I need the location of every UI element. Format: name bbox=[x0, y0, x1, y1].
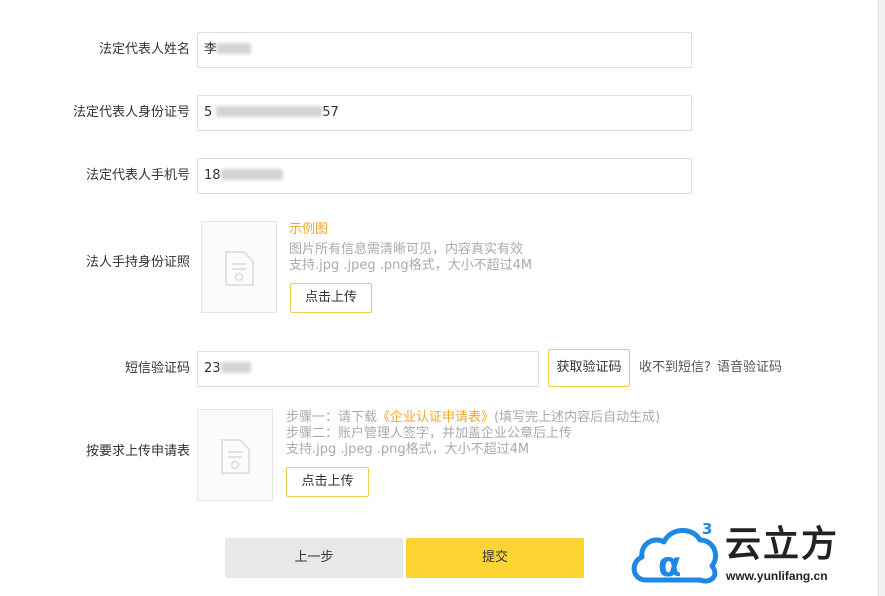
legal-name-input[interactable]: 李 bbox=[197, 32, 692, 68]
previous-step-button[interactable]: 上一步 bbox=[225, 538, 403, 578]
legal-id-input[interactable]: 5 57 bbox=[197, 95, 692, 131]
yunlifang-watermark: α 3 云立方 www.yunlifang.cn bbox=[630, 520, 875, 592]
document-placeholder-icon bbox=[221, 439, 250, 474]
get-code-button[interactable]: 获取验证码 bbox=[548, 349, 630, 387]
id-photo-hint-clarity: 图片所有信息需清晰可见，内容真实有效 bbox=[289, 242, 524, 257]
legal-name-value: 李 bbox=[204, 42, 218, 57]
voice-code-link[interactable]: 语音验证码 bbox=[717, 359, 782, 377]
svg-text:3: 3 bbox=[702, 520, 712, 538]
application-step-2: 步骤二：账户管理人签字，并加盖企业公章后上传 bbox=[286, 426, 573, 441]
id-photo-upload-button[interactable]: 点击上传 bbox=[290, 283, 372, 313]
step1-suffix: (填写完上述内容后自动生成) bbox=[494, 410, 661, 425]
legal-id-value-end: 57 bbox=[322, 105, 339, 120]
id-photo-label: 法人手持身份证照 bbox=[85, 255, 190, 270]
application-step-1: 步骤一：请下载《企业认证申请表》(填写完上述内容后自动生成) bbox=[286, 410, 660, 426]
legal-phone-input[interactable]: 18 bbox=[197, 158, 692, 194]
step1-prefix: 步骤一：请下载 bbox=[286, 410, 378, 425]
legal-name-label: 法定代表人姓名 bbox=[98, 42, 190, 57]
document-placeholder-icon bbox=[225, 251, 254, 286]
enterprise-verification-form: 法定代表人姓名 李 法定代表人身份证号 5 57 法定代表人手机号 18 法人手持… bbox=[0, 0, 885, 596]
application-form-download-link[interactable]: 《企业认证申请表》 bbox=[377, 410, 494, 425]
redacted-mask bbox=[220, 169, 283, 180]
id-photo-preview bbox=[201, 221, 277, 313]
example-image-link[interactable]: 示例图 bbox=[289, 222, 328, 238]
vertical-scrollbar[interactable] bbox=[878, 0, 885, 596]
redacted-mask bbox=[217, 43, 252, 54]
id-photo-hint-format: 支持.jpg .jpeg .png格式，大小不超过4M bbox=[289, 258, 533, 273]
watermark-url: www.yunlifang.cn bbox=[726, 569, 828, 583]
redacted-mask bbox=[216, 106, 323, 117]
watermark-title: 云立方 bbox=[725, 524, 840, 565]
svg-text:α: α bbox=[658, 545, 681, 585]
sms-code-label: 短信验证码 bbox=[124, 361, 190, 376]
sms-code-input[interactable]: 23 bbox=[197, 351, 539, 387]
legal-phone-value: 18 bbox=[204, 168, 221, 183]
application-preview bbox=[197, 409, 273, 501]
no-sms-text: 收不到短信? bbox=[639, 360, 711, 375]
redacted-mask bbox=[220, 362, 251, 373]
cloud-logo-icon: α 3 bbox=[631, 520, 718, 585]
sms-code-value: 23 bbox=[204, 361, 221, 376]
application-upload-button[interactable]: 点击上传 bbox=[286, 467, 369, 497]
legal-phone-label: 法定代表人手机号 bbox=[85, 168, 190, 183]
legal-id-value-start: 5 bbox=[204, 105, 213, 120]
legal-id-label: 法定代表人身份证号 bbox=[72, 105, 190, 120]
application-hint-format: 支持.jpg .jpeg .png格式，大小不超过4M bbox=[286, 442, 530, 457]
submit-button[interactable]: 提交 bbox=[406, 538, 584, 578]
application-upload-label: 按要求上传申请表 bbox=[85, 444, 190, 459]
